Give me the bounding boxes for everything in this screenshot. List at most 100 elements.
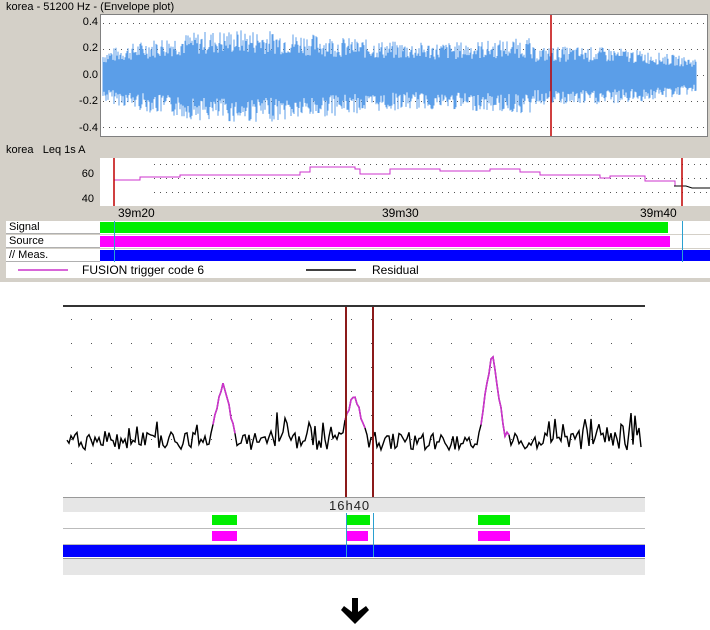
grid-dot xyxy=(253,23,254,24)
grid-dot xyxy=(703,101,704,102)
grid-dot xyxy=(471,463,472,464)
grid-dot xyxy=(364,178,365,179)
grid-dot xyxy=(491,439,492,440)
grid-dot xyxy=(431,415,432,416)
grid-dot xyxy=(411,463,412,464)
grid-dot xyxy=(706,192,707,193)
envelope-ytick: -0.2 xyxy=(79,95,98,107)
grid-dot xyxy=(211,439,212,440)
grid-dot xyxy=(550,192,551,193)
grid-dot xyxy=(262,178,263,179)
grid-dot xyxy=(466,164,467,165)
grid-dot xyxy=(676,178,677,179)
zoom-source-bar[interactable] xyxy=(212,531,237,541)
grid-dot xyxy=(190,192,191,193)
grid-dot xyxy=(607,49,608,50)
grid-dot xyxy=(631,23,632,24)
signal-bar[interactable] xyxy=(100,222,668,233)
grid-dot xyxy=(544,192,545,193)
grid-dot xyxy=(565,23,566,24)
grid-dot xyxy=(661,101,662,102)
zoom-signal-bar[interactable] xyxy=(478,515,510,525)
grid-dot xyxy=(171,415,172,416)
grid-dot xyxy=(394,164,395,165)
grid-dot xyxy=(271,127,272,128)
grid-dot xyxy=(598,192,599,193)
grid-dot xyxy=(403,127,404,128)
leq-plot[interactable] xyxy=(100,158,710,206)
grid-dot xyxy=(664,164,665,165)
grid-dot xyxy=(304,192,305,193)
grid-dot xyxy=(311,319,312,320)
zoom-plot[interactable] xyxy=(63,305,645,497)
legend-fusion-swatch xyxy=(18,269,68,271)
zoom-footer xyxy=(63,558,645,575)
grid-dot xyxy=(371,319,372,320)
envelope-plot[interactable] xyxy=(100,14,708,137)
grid-dot xyxy=(178,192,179,193)
grid-dot xyxy=(208,164,209,165)
grid-dot xyxy=(291,463,292,464)
meas-track[interactable] xyxy=(100,249,710,262)
grid-dot xyxy=(199,23,200,24)
grid-dot xyxy=(271,319,272,320)
grid-dot xyxy=(658,164,659,165)
zoom-meas-bar[interactable] xyxy=(63,545,645,557)
grid-dot xyxy=(649,101,650,102)
grid-dot xyxy=(478,178,479,179)
grid-dot xyxy=(328,192,329,193)
grid-dot xyxy=(211,415,212,416)
grid-dot xyxy=(191,463,192,464)
grid-dot xyxy=(611,367,612,368)
grid-dot xyxy=(613,23,614,24)
grid-dot xyxy=(622,164,623,165)
grid-dot xyxy=(251,415,252,416)
grid-dot xyxy=(111,343,112,344)
grid-dot xyxy=(688,178,689,179)
grid-dot xyxy=(583,23,584,24)
grid-dot xyxy=(151,319,152,320)
grid-dot xyxy=(291,319,292,320)
grid-dot xyxy=(439,127,440,128)
grid-dot xyxy=(457,23,458,24)
grid-dot xyxy=(580,178,581,179)
meas-bar[interactable] xyxy=(100,250,710,261)
zoom-signal-bar[interactable] xyxy=(346,515,370,525)
grid-dot xyxy=(391,343,392,344)
grid-dot xyxy=(424,164,425,165)
envelope-ytick: -0.4 xyxy=(79,122,98,134)
grid-dot xyxy=(367,127,368,128)
grid-dot xyxy=(613,127,614,128)
grid-dot xyxy=(71,391,72,392)
grid-dot xyxy=(151,343,152,344)
grid-dot xyxy=(541,49,542,50)
time-axis: 39m20 39m30 39m40 xyxy=(100,206,710,220)
grid-dot xyxy=(349,127,350,128)
grid-dot xyxy=(688,192,689,193)
grid-dot xyxy=(451,23,452,24)
zoom-signal-track[interactable] xyxy=(63,513,645,529)
grid-dot xyxy=(352,164,353,165)
zoom-source-track[interactable] xyxy=(63,529,645,545)
grid-dot xyxy=(351,415,352,416)
grid-dot xyxy=(184,178,185,179)
zoom-source-bar[interactable] xyxy=(478,531,510,541)
zoom-source-bar[interactable] xyxy=(346,531,368,541)
grid-dot xyxy=(454,178,455,179)
grid-dot xyxy=(640,192,641,193)
source-bar[interactable] xyxy=(100,236,670,247)
grid-dot xyxy=(559,127,560,128)
grid-dot xyxy=(256,192,257,193)
zoom-signal-bar[interactable] xyxy=(212,515,237,525)
grid-dot xyxy=(268,164,269,165)
grid-dot xyxy=(616,164,617,165)
signal-track[interactable] xyxy=(100,221,710,234)
source-track[interactable] xyxy=(100,235,710,248)
leq-ytick: 60 xyxy=(81,168,94,180)
grid-dot xyxy=(484,178,485,179)
zoom-track-cursor-start xyxy=(346,513,347,557)
grid-dot xyxy=(589,49,590,50)
grid-dot xyxy=(649,49,650,50)
grid-dot xyxy=(491,391,492,392)
grid-dot xyxy=(307,23,308,24)
